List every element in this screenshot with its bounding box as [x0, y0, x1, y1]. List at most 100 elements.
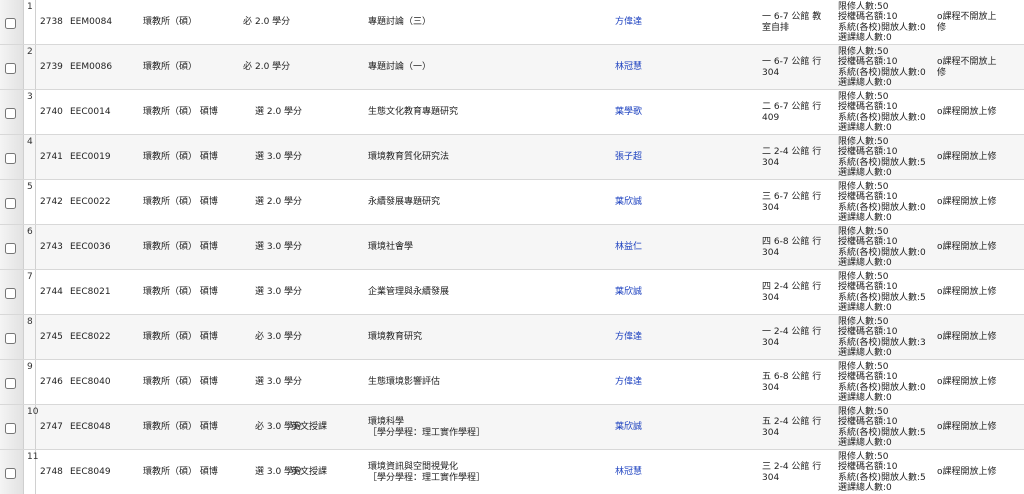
- row-checkbox-input[interactable]: [5, 288, 16, 299]
- row-checkbox[interactable]: [5, 63, 16, 74]
- enrollment-note-line2: 修: [937, 68, 947, 78]
- quota-total-selected: 選課總人數:0: [838, 437, 892, 448]
- row-index: 1: [24, 0, 36, 44]
- course-name-main: 生態環境影響評估: [368, 377, 441, 387]
- course-name-main: 永續發展專題研究: [368, 197, 441, 207]
- row-checkbox-input[interactable]: [5, 108, 16, 119]
- course-code: EEC8021: [70, 287, 111, 297]
- enrollment-quota: 限修人數:50 授權碼名額:10 系統(各校)開放人數:0 選課總人數:0: [838, 182, 926, 223]
- row-select-cell: [0, 360, 24, 404]
- row-checkbox[interactable]: [5, 468, 16, 479]
- row-checkbox-input[interactable]: [5, 378, 16, 389]
- course-name-main: 環境教育質化研究法: [368, 152, 450, 162]
- row-checkbox-input[interactable]: [5, 63, 16, 74]
- quota-system-open: 系統(各校)開放人數:5: [838, 472, 926, 483]
- quota-auth-code: 授權碼名額:10: [838, 417, 898, 428]
- class-time-line2: 304: [762, 473, 780, 483]
- quota-limit: 限修人數:50: [838, 182, 889, 192]
- enrollment-note: o課程開放上修: [937, 152, 997, 163]
- course-serial: 2747: [40, 422, 63, 432]
- course-name: 生態環境影響評估: [368, 377, 440, 388]
- row-select-cell: [0, 315, 24, 359]
- class-time-line1: 二 6-7 公館 行: [762, 102, 822, 112]
- class-time-line1: 一 6-7 公館 行: [762, 57, 822, 67]
- quota-total-selected: 選課總人數:0: [838, 212, 892, 223]
- credit: 2.0 學分: [255, 17, 291, 27]
- row-index: 11: [24, 450, 38, 494]
- table-row: 5 2742 EEC0022 環教所（碩） 碩博 選 2.0 學分 永續發展專題研究 葉欣誠…: [0, 180, 1024, 225]
- quota-total-selected: 選課總人數:0: [838, 392, 892, 403]
- quota-system-open: 系統(各校)開放人數:0: [838, 112, 926, 123]
- row-checkbox[interactable]: [5, 243, 16, 254]
- row-index: 6: [24, 225, 36, 269]
- teacher-link[interactable]: 葉欣誠: [615, 287, 642, 298]
- class-time-line1: 二 2-4 公館 行: [762, 147, 822, 157]
- teacher-link[interactable]: 葉學歌: [615, 107, 642, 118]
- quota-auth-code: 授權碼名額:10: [838, 327, 898, 338]
- course-code: EEC0036: [70, 242, 111, 252]
- row-checkbox-input[interactable]: [5, 333, 16, 344]
- teacher-link[interactable]: 方偉達: [615, 332, 642, 343]
- course-program: ［學分學程：理工實作學程］: [368, 473, 486, 483]
- quota-limit: 限修人數:50: [838, 452, 889, 462]
- class-time: 四 2-4 公館 行 304: [762, 282, 821, 304]
- row-select-cell: [0, 405, 24, 449]
- enrollment-note-line1: o課程開放上修: [937, 287, 997, 297]
- teacher-link[interactable]: 葉欣誠: [615, 422, 642, 433]
- row-checkbox-input[interactable]: [5, 198, 16, 209]
- enrollment-note: o課程開放上修: [937, 422, 997, 433]
- quota-limit: 限修人數:50: [838, 227, 889, 237]
- department: 環教所（碩） 碩博: [143, 422, 218, 432]
- teacher-link[interactable]: 林冠慧: [615, 62, 642, 73]
- row-checkbox[interactable]: [5, 153, 16, 164]
- class-time: 五 2-4 公館 行 304: [762, 417, 821, 439]
- course-code: EEC0022: [70, 197, 111, 207]
- row-checkbox[interactable]: [5, 423, 16, 434]
- teacher-link[interactable]: 方偉達: [615, 17, 642, 28]
- table-row: 9 2746 EEC8040 環教所（碩） 碩博 選 3.0 學分 生態環境影響評估 方偉達…: [0, 360, 1024, 405]
- teacher-link[interactable]: 林益仁: [615, 242, 642, 253]
- class-time-line2: 409: [762, 113, 780, 123]
- credit: 必 3.0 學分: [255, 332, 303, 342]
- course-serial: 2745: [40, 332, 63, 342]
- enrollment-note-line1: o課程開放上修: [937, 377, 997, 387]
- class-time-line1: 三 2-4 公館 行: [762, 462, 822, 472]
- class-time: 一 6-7 公館 教室自排: [762, 12, 821, 34]
- row-checkbox-input[interactable]: [5, 423, 16, 434]
- course-name: 專題討論（一）: [368, 62, 431, 73]
- teacher-link[interactable]: 林冠慧: [615, 467, 642, 478]
- quota-limit: 限修人數:50: [838, 92, 889, 102]
- row-checkbox[interactable]: [5, 288, 16, 299]
- course-name-main: 環境科學: [368, 417, 405, 427]
- row-select-cell: [0, 180, 24, 224]
- enrollment-note-line1: o課程不開放上: [937, 12, 997, 22]
- teacher-link[interactable]: 葉欣誠: [615, 197, 642, 208]
- quota-limit: 限修人數:50: [838, 2, 889, 12]
- quota-auth-code: 授權碼名額:10: [838, 12, 898, 23]
- enrollment-quota: 限修人數:50 授權碼名額:10 系統(各校)開放人數:0 選課總人數:0: [838, 227, 926, 268]
- credit: 選 2.0 學分: [255, 107, 303, 117]
- credit: 選 3.0 學分: [255, 287, 303, 297]
- table-row: 7 2744 EEC8021 環教所（碩） 碩博 選 3.0 學分 企業管理與永續發展 葉欣…: [0, 270, 1024, 315]
- enrollment-note-line1: o課程開放上修: [937, 197, 997, 207]
- row-checkbox[interactable]: [5, 333, 16, 344]
- class-time-line2: 304: [762, 428, 780, 438]
- row-checkbox[interactable]: [5, 108, 16, 119]
- row-checkbox-input[interactable]: [5, 468, 16, 479]
- row-checkbox-input[interactable]: [5, 243, 16, 254]
- teacher-link[interactable]: 張子超: [615, 152, 642, 163]
- row-checkbox[interactable]: [5, 18, 16, 29]
- course-serial: 2743: [40, 242, 63, 252]
- department: 環教所（碩） 碩博: [143, 107, 218, 117]
- row-checkbox[interactable]: [5, 378, 16, 389]
- quota-total-selected: 選課總人數:0: [838, 122, 892, 133]
- teacher-link[interactable]: 方偉達: [615, 377, 642, 388]
- course-name: 生態文化教育專題研究: [368, 107, 458, 118]
- course-code: EEC8040: [70, 377, 111, 387]
- quota-system-open: 系統(各校)開放人數:0: [838, 382, 926, 393]
- row-checkbox-input[interactable]: [5, 153, 16, 164]
- row-checkbox[interactable]: [5, 198, 16, 209]
- row-checkbox-input[interactable]: [5, 18, 16, 29]
- course-code: EEM0084: [70, 17, 113, 27]
- enrollment-note-line1: o課程開放上修: [937, 242, 997, 252]
